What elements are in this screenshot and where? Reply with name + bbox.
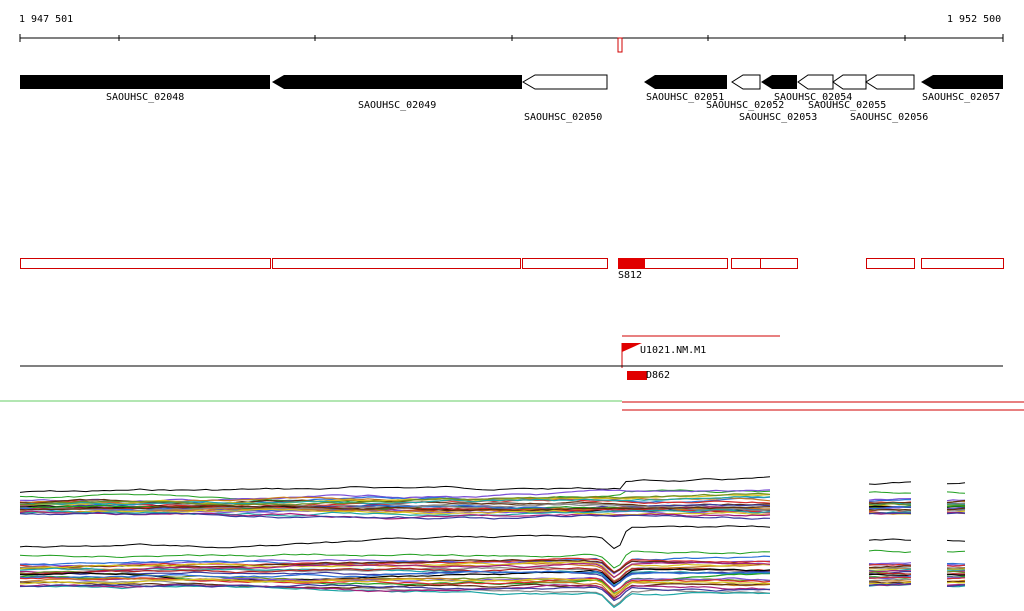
annotation-box[interactable] <box>20 258 271 269</box>
gene-label: SAOUHSC_02048 <box>106 92 185 103</box>
position-marker[interactable] <box>617 37 623 53</box>
expression-line <box>947 504 966 507</box>
annotation-box[interactable] <box>522 258 608 269</box>
d862-label: D862 <box>646 370 671 381</box>
expression-line <box>868 481 912 485</box>
expression-line <box>946 581 966 584</box>
gene-label: SAOUHSC_02052 <box>706 100 785 111</box>
gene-arrow-02052[interactable] <box>731 74 761 90</box>
expression-line <box>946 482 966 485</box>
d862-feature[interactable] <box>627 371 647 380</box>
gene-label: SAOUHSC_02053 <box>739 112 818 123</box>
ruler-start-label: 1 947 501 <box>19 14 74 25</box>
gene-label: SAOUHSC_02049 <box>358 100 437 111</box>
gene-label: SAOUHSC_02055 <box>808 100 887 111</box>
gene-arrow-02056[interactable] <box>865 74 915 90</box>
annotation-box[interactable] <box>760 258 798 269</box>
annotation-box[interactable] <box>731 258 761 269</box>
expression-line <box>946 550 966 553</box>
gene-arrow-02049[interactable] <box>272 75 522 89</box>
s812-feature[interactable] <box>618 258 645 269</box>
gene-track <box>20 74 1003 90</box>
annotation-box[interactable] <box>272 258 521 269</box>
gene-label: SAOUHSC_02050 <box>524 112 603 123</box>
expression-line <box>868 491 912 494</box>
expression-line <box>946 505 966 508</box>
annotation-track <box>20 258 1004 269</box>
expression-line <box>946 503 965 506</box>
expression-line <box>868 562 912 565</box>
gene-label: SAOUHSC_02056 <box>850 112 929 123</box>
expression-line <box>19 525 771 550</box>
expression-line <box>868 563 911 566</box>
expression-line <box>868 512 912 515</box>
expression-line <box>868 538 912 541</box>
expression-line <box>19 585 770 609</box>
expression-profile-top <box>19 476 966 520</box>
annotation-box[interactable] <box>866 258 915 269</box>
coverage-lines <box>0 400 1024 411</box>
gene-arrow-02048[interactable] <box>20 75 270 89</box>
gene-arrow-02051[interactable] <box>644 75 727 89</box>
annotation-box[interactable] <box>921 258 1004 269</box>
expression-line <box>946 539 966 542</box>
transcript-track <box>20 335 1003 380</box>
expression-line <box>946 491 966 494</box>
u1021-flag[interactable] <box>622 343 642 352</box>
gene-arrow-02054[interactable] <box>797 74 834 90</box>
gene-arrow-02057[interactable] <box>921 75 1003 89</box>
coordinate-ruler <box>19 34 1004 53</box>
gene-label: SAOUHSC_02057 <box>922 92 1001 103</box>
expression-line <box>868 549 912 554</box>
gene-arrow-02055[interactable] <box>832 74 867 90</box>
expression-line <box>946 568 966 571</box>
gene-arrow-02050[interactable] <box>522 74 608 90</box>
s812-label: S812 <box>618 270 643 281</box>
u1021-label: U1021.NM.M1 <box>640 345 707 356</box>
expression-line <box>946 577 966 580</box>
ruler-end-label: 1 952 500 <box>947 14 1002 25</box>
expression-profile-bottom <box>19 525 966 609</box>
gene-arrow-02053[interactable] <box>761 75 797 89</box>
expression-line <box>868 508 912 511</box>
expression-line <box>946 562 966 565</box>
